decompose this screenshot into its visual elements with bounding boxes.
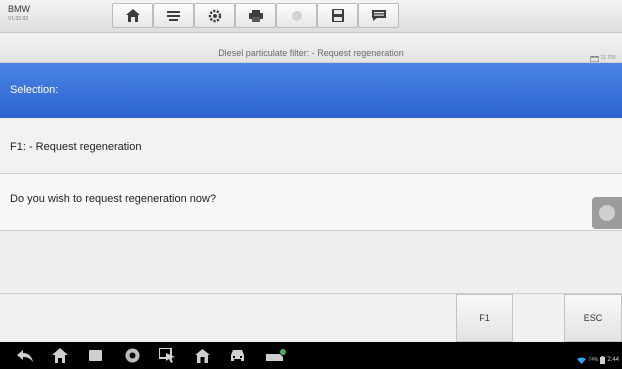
scan-app-icon[interactable]: [265, 347, 287, 364]
side-toggle-button[interactable]: [592, 197, 622, 229]
vehicle-app-icon[interactable]: [229, 347, 246, 364]
selection-header: Selection:: [0, 63, 622, 118]
browser-app-icon[interactable]: [124, 347, 141, 364]
function-row: F1: - Request regeneration: [0, 118, 622, 174]
settings-button[interactable]: [194, 3, 235, 28]
page-title: Diesel particulate filter: - Request reg…: [218, 48, 404, 58]
esc-button[interactable]: ESC: [564, 294, 622, 342]
home-button[interactable]: [112, 3, 153, 28]
status-area: 74% 2:44: [577, 351, 619, 369]
toggle-knob: [599, 205, 615, 221]
selection-label: Selection:: [10, 84, 59, 96]
data-logging-button[interactable]: [358, 3, 399, 28]
question-row: Do you wish to request regeneration now?: [0, 174, 622, 231]
save-icon: [331, 9, 344, 22]
settings-gear-icon: [208, 9, 222, 23]
vehicle-make: BMW: [8, 4, 30, 14]
battery-percent: 74%: [588, 357, 599, 363]
vehicle-swap-button[interactable]: [153, 3, 194, 28]
battery-icon: [600, 351, 606, 369]
diagnostics-home-app-icon[interactable]: [194, 347, 211, 364]
save-button[interactable]: [317, 3, 358, 28]
function-header: Diesel particulate filter: - Request reg…: [0, 33, 622, 63]
f1-button[interactable]: F1: [456, 294, 513, 342]
home-icon: [125, 9, 140, 22]
print-button[interactable]: [235, 3, 276, 28]
question-text: Do you wish to request regeneration now?: [10, 193, 217, 205]
software-version: V1.03.03: [8, 16, 29, 22]
wifi-icon: [577, 351, 587, 369]
action-bar: F1 ESC: [0, 294, 622, 342]
recent-apps-icon[interactable]: [87, 347, 104, 364]
system-nav-bar: 74% 2:44: [0, 342, 622, 369]
help-icon: [291, 10, 303, 22]
print-icon: [248, 9, 263, 22]
remote-desk-app-icon[interactable]: [158, 347, 175, 364]
data-logging-icon: [371, 9, 387, 22]
empty-row: [0, 231, 622, 294]
vehicle-swap-icon: [166, 10, 181, 22]
help-button[interactable]: [276, 3, 317, 28]
top-toolbar: BMW V1.03.03: [0, 0, 622, 33]
function-label: F1: - Request regeneration: [10, 141, 142, 153]
clock: 2:44: [607, 357, 619, 363]
home-nav-icon[interactable]: [51, 347, 68, 364]
back-icon[interactable]: [16, 347, 33, 364]
vehicle-brand: BMW V1.03.03: [8, 5, 30, 22]
battery-voltage-value: 11.70V: [600, 55, 616, 61]
